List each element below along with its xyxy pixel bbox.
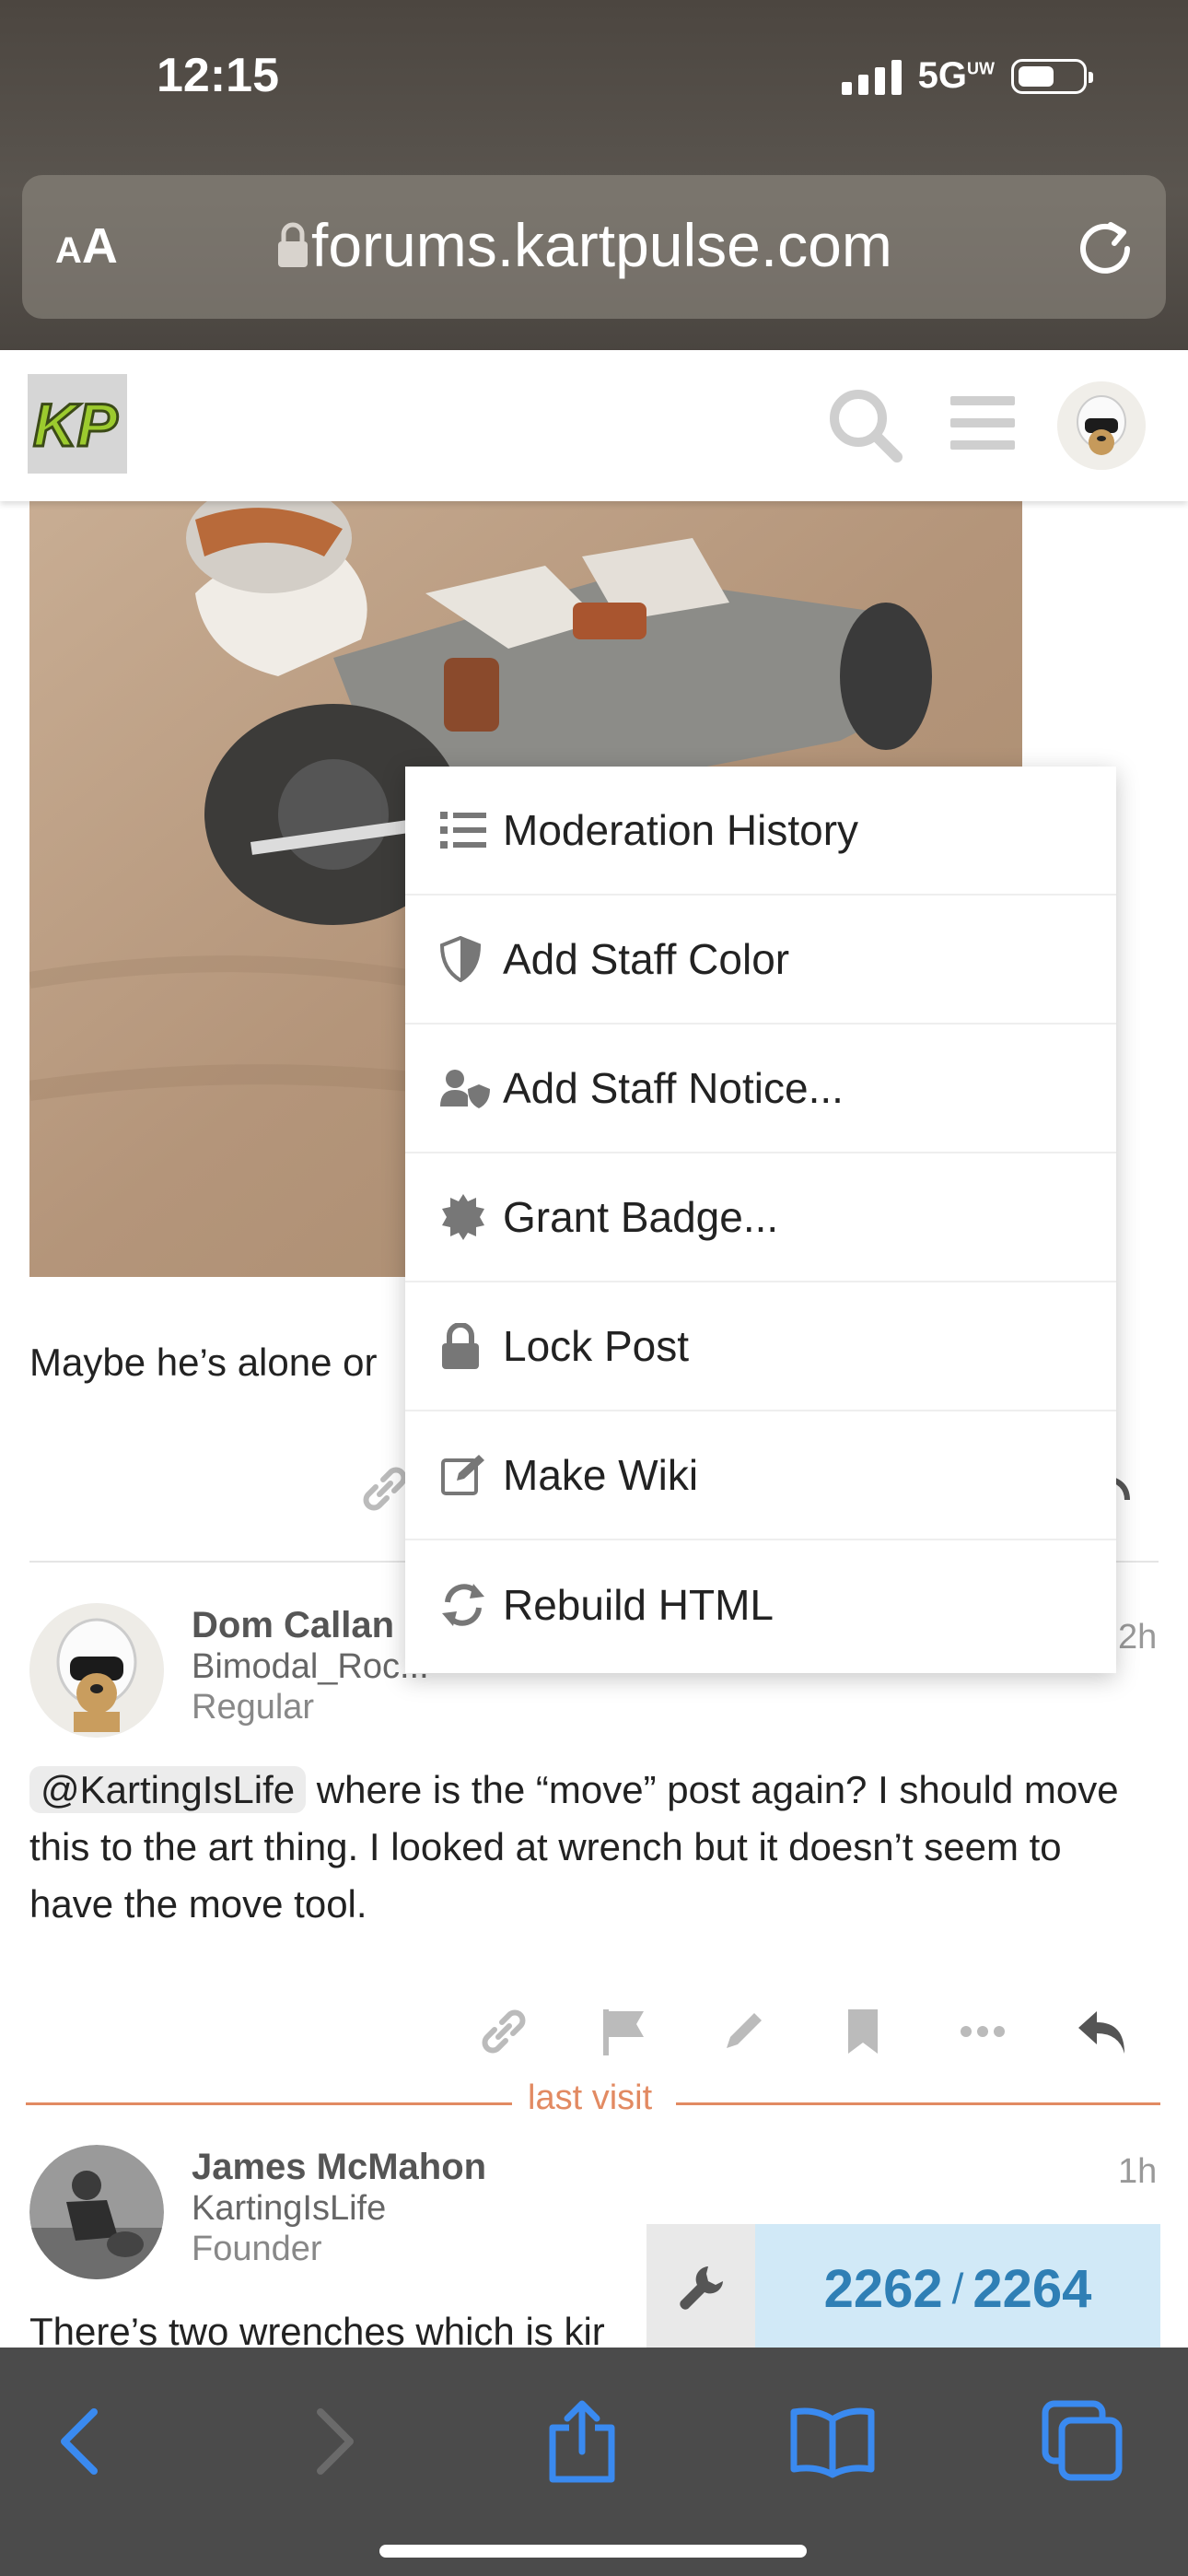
post-time[interactable]: 1h: [1118, 2152, 1157, 2192]
post-actions: [444, 1999, 1162, 2064]
last-visit-label: last visit: [528, 2078, 653, 2117]
browser-chrome: 12:15 5GUW AA forums.kartpulse.com: [0, 0, 1188, 350]
pencil-icon: [727, 2013, 762, 2048]
browser-toolbar: [0, 2348, 1188, 2576]
link-icon: [482, 2009, 526, 2054]
bookmarks-button[interactable]: [788, 2397, 877, 2486]
author-username: KartingIsLife: [192, 2189, 387, 2228]
chevron-left-icon: [61, 2408, 98, 2475]
author-title: Regular: [192, 1688, 315, 1727]
share-icon: [549, 2400, 615, 2483]
menu-item-moderation-history[interactable]: Moderation History: [405, 767, 1116, 896]
post-admin-menu: Moderation History Add Staff Color Add S…: [405, 767, 1116, 1673]
admin-wrench-button[interactable]: [646, 2224, 755, 2353]
user-avatar[interactable]: [1057, 381, 1146, 470]
lock-icon: [278, 222, 308, 267]
author-title: Founder: [192, 2230, 322, 2268]
battery-icon: [1011, 58, 1093, 94]
author-username: Bimodal_Roc...: [192, 1647, 429, 1686]
current-post-number: 2262: [823, 2258, 943, 2319]
bookmark-icon: [848, 2009, 878, 2054]
signal-icon: [841, 58, 902, 95]
chevron-right-icon: [317, 2408, 354, 2475]
avatar[interactable]: [29, 1603, 164, 1738]
hamburger-menu-icon[interactable]: [949, 391, 1017, 455]
flag-icon: [603, 2009, 644, 2055]
tabs-icon: [1042, 2400, 1123, 2481]
sync-icon: [440, 1579, 492, 1631]
author-name[interactable]: Dom Callan: [192, 1605, 394, 1646]
address-bar[interactable]: AA forums.kartpulse.com: [22, 175, 1166, 319]
bookmark-button[interactable]: [803, 1999, 923, 2064]
reply-icon: [1078, 2011, 1124, 2054]
share-button[interactable]: [538, 2397, 626, 2486]
edit-icon: [440, 1449, 492, 1501]
network-type: 5GUW: [917, 55, 995, 96]
lock-icon: [440, 1320, 492, 1372]
shield-icon: [440, 933, 492, 985]
post-time[interactable]: 2h: [1118, 1618, 1157, 1657]
certificate-icon: [440, 1191, 492, 1243]
site-logo[interactable]: KP: [28, 374, 127, 474]
book-icon: [790, 2407, 875, 2478]
user-shield-icon: [440, 1062, 492, 1114]
user-mention[interactable]: @KartingIsLife: [29, 1766, 307, 1813]
avatar[interactable]: [29, 2145, 164, 2279]
menu-item-make-wiki[interactable]: Make Wiki: [405, 1411, 1116, 1540]
menu-item-rebuild-html[interactable]: Rebuild HTML: [405, 1540, 1116, 1669]
status-time: 12:15: [157, 49, 279, 102]
topic-progress[interactable]: 2262 / 2264: [646, 2224, 1160, 2353]
link-icon[interactable]: [359, 1463, 411, 1515]
menu-item-add-staff-color[interactable]: Add Staff Color: [405, 896, 1116, 1025]
post-body: @KartingIsLife where is the “move” post …: [29, 1766, 1119, 1926]
count-separator: /: [951, 2265, 964, 2313]
list-icon: [440, 804, 492, 856]
author-name[interactable]: James McMahon: [192, 2147, 486, 2188]
back-button[interactable]: [35, 2397, 123, 2486]
total-post-count: 2264: [973, 2258, 1092, 2319]
ellipsis-icon: [961, 2026, 1005, 2037]
url-text[interactable]: forums.kartpulse.com: [311, 210, 892, 280]
status-indicators: 5GUW: [841, 55, 1093, 97]
tabs-button[interactable]: [1039, 2397, 1127, 2486]
post-count[interactable]: 2262 / 2264: [755, 2224, 1160, 2353]
flag-button[interactable]: [564, 1999, 683, 2064]
reply-button[interactable]: [1042, 1999, 1162, 2064]
wrench-icon: [680, 2266, 723, 2310]
last-visit-separator: last visit: [26, 2078, 1160, 2117]
svg-text:KP: KP: [33, 391, 119, 459]
menu-item-lock-post[interactable]: Lock Post: [405, 1282, 1116, 1411]
menu-item-add-staff-notice[interactable]: Add Staff Notice...: [405, 1025, 1116, 1153]
site-header: KP: [0, 350, 1188, 501]
copy-link-button[interactable]: [444, 1999, 564, 2064]
edit-button[interactable]: [683, 1999, 803, 2064]
more-actions-button[interactable]: [923, 1999, 1042, 2064]
search-icon[interactable]: [825, 385, 904, 464]
text-size-button[interactable]: AA: [55, 217, 118, 275]
reload-icon[interactable]: [1074, 216, 1136, 278]
home-indicator: [379, 2545, 807, 2558]
menu-item-grant-badge[interactable]: Grant Badge...: [405, 1153, 1116, 1282]
forward-button[interactable]: [291, 2397, 379, 2486]
